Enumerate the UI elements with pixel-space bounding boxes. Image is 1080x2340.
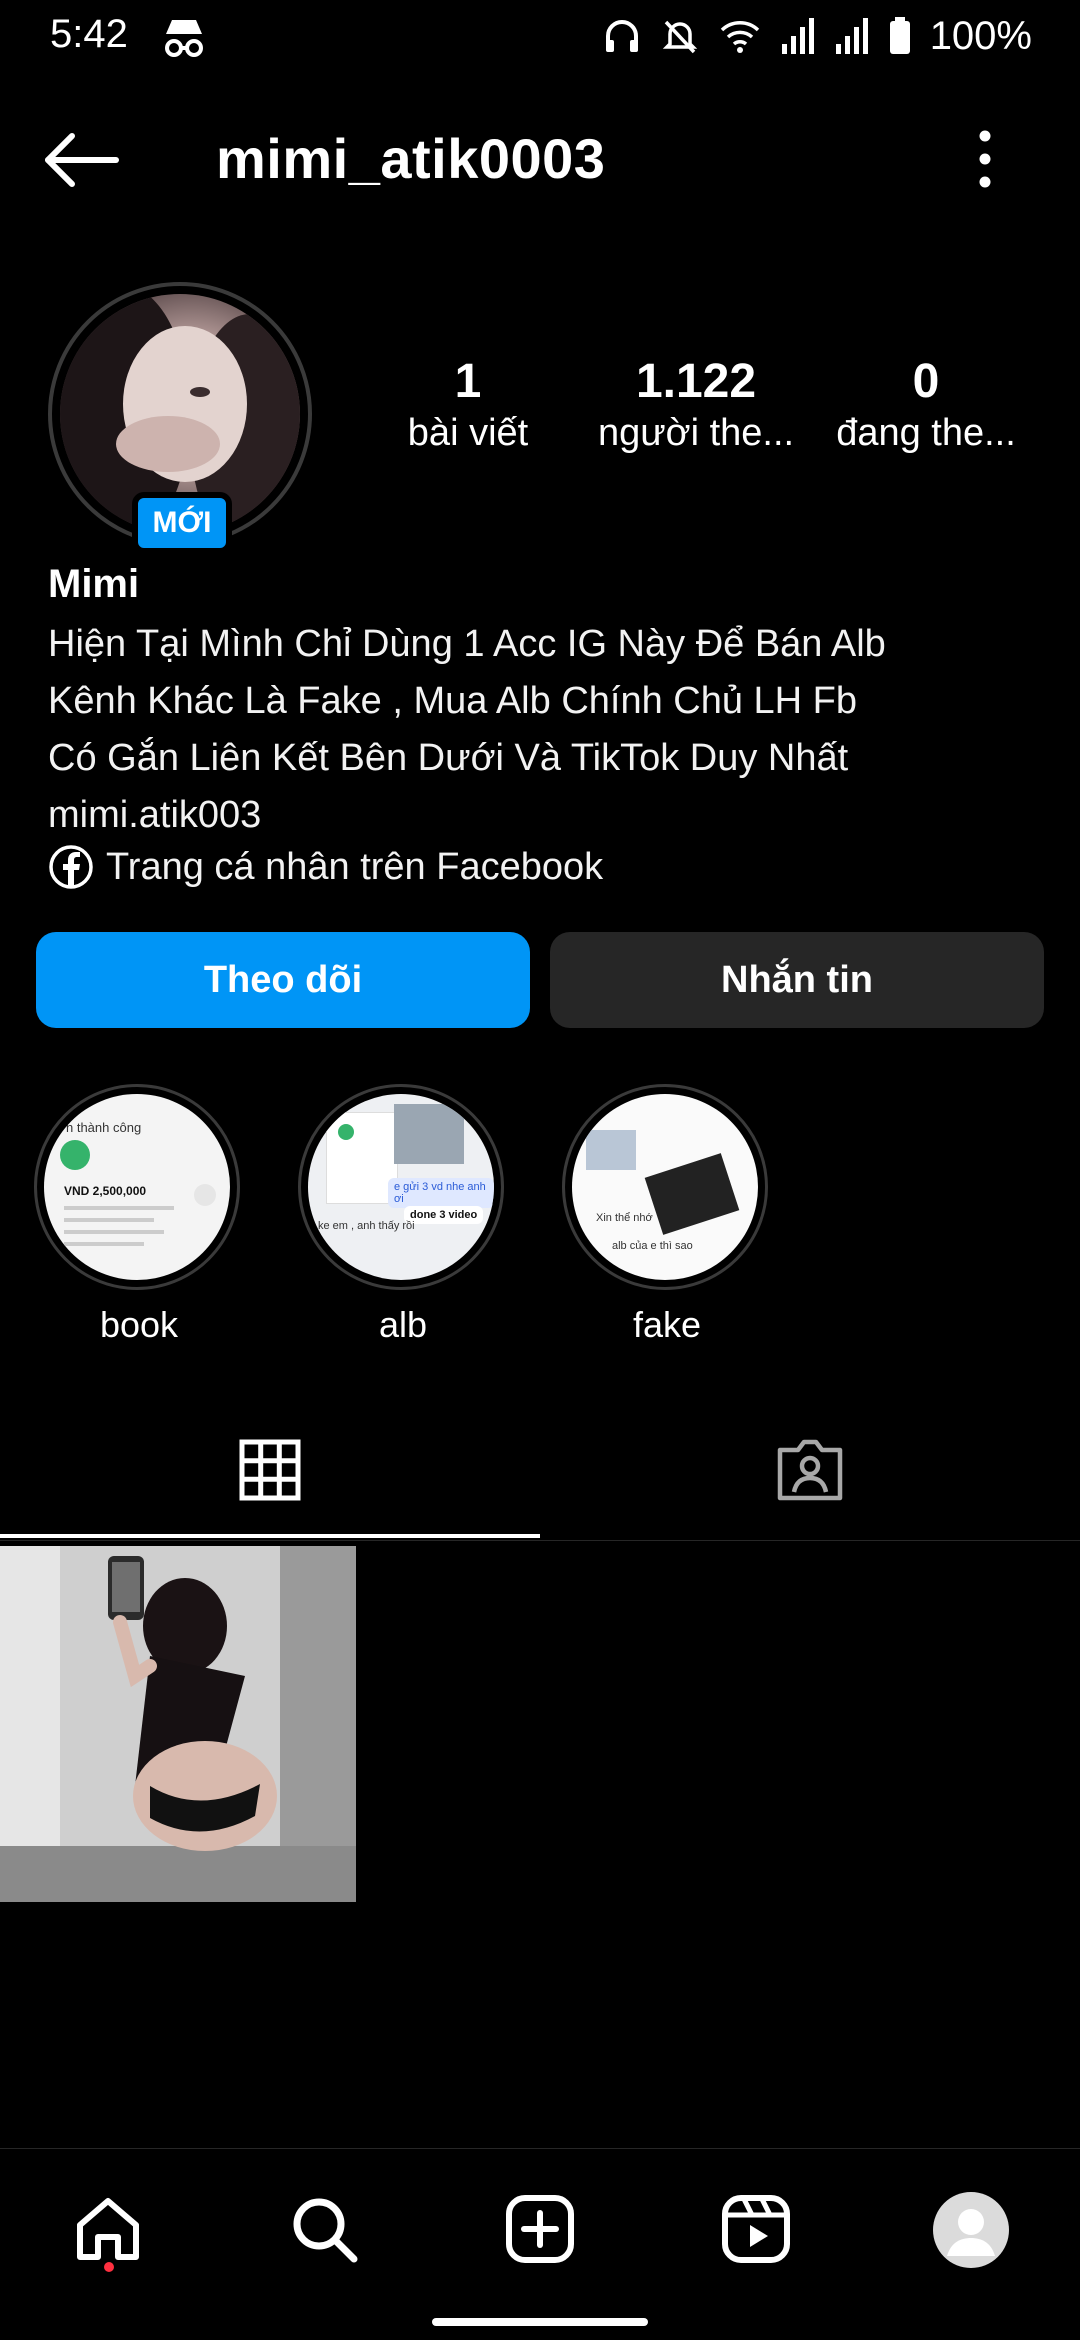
profile-avatar-icon	[933, 2192, 1009, 2268]
nav-create[interactable]	[500, 2189, 580, 2269]
battery-icon	[889, 17, 910, 54]
grid-icon	[239, 1439, 301, 1501]
highlight-ring: e gửi 3 vd nhe anh ơi done 3 video ke em…	[298, 1084, 504, 1290]
follow-button[interactable]: Theo dõi	[36, 932, 530, 1028]
stat-followers-label: người the...	[597, 411, 795, 454]
highlight-ring: n thành công VND 2,500,000	[34, 1084, 240, 1290]
grid-post[interactable]	[0, 1546, 356, 1902]
message-button[interactable]: Nhắn tin	[550, 932, 1044, 1028]
highlight-label: alb	[378, 1304, 428, 1345]
more-vertical-icon	[979, 130, 991, 188]
incognito-icon	[160, 16, 208, 65]
profile-tab-bar	[0, 1400, 1080, 1541]
stat-following-label: đang the...	[836, 411, 1016, 454]
highlight-thumbnail: e gửi 3 vd nhe anh ơi done 3 video ke em…	[308, 1094, 494, 1280]
highlight-text: done 3 video	[404, 1206, 484, 1224]
stat-posts[interactable]: 1 bài viết	[358, 355, 578, 458]
bell-muted-icon	[662, 20, 697, 54]
bio-line: Hiện Tại Mình Chỉ Dùng 1 Acc IG Này Để B…	[48, 623, 886, 665]
stat-following-value: 0	[912, 355, 940, 408]
search-icon	[293, 2198, 358, 2263]
new-badge: MỚI	[132, 492, 232, 554]
bottom-navigation	[0, 2148, 1080, 2299]
status-time: 5:42	[50, 12, 128, 56]
tab-tagged[interactable]	[540, 1400, 1080, 1540]
nav-reels[interactable]	[716, 2189, 796, 2269]
battery-percentage: 100%	[929, 13, 1032, 58]
notification-dot	[104, 2262, 114, 2272]
top-bar: mimi_atik0003	[0, 110, 1080, 206]
highlight-fake[interactable]: Xin thể nhớ alb của e thì sao fake	[562, 1084, 772, 1346]
gesture-bar[interactable]	[432, 2318, 648, 2326]
facebook-link-label: Trang cá nhân trên Facebook	[106, 845, 604, 888]
highlight-label: fake	[632, 1304, 702, 1345]
status-icons: 100%	[602, 12, 1032, 60]
signal-icon-2	[835, 18, 868, 54]
highlight-thumbnail: Xin thể nhớ alb của e thì sao	[572, 1094, 758, 1280]
highlight-label: book	[99, 1304, 179, 1345]
stat-posts-value: 1	[454, 355, 482, 408]
highlight-text: VND 2,500,000	[64, 1184, 147, 1198]
highlight-text: alb của e thì sao	[612, 1240, 693, 1252]
highlight-ring: Xin thể nhớ alb của e thì sao	[562, 1084, 768, 1290]
highlight-text: Xin thể nhớ	[596, 1212, 653, 1224]
bio: Hiện Tại Mình Chỉ Dùng 1 Acc IG Này Để B…	[48, 616, 1048, 844]
tagged-person-icon	[777, 1439, 843, 1501]
back-button[interactable]	[40, 130, 130, 190]
tab-posts-grid[interactable]	[0, 1400, 540, 1540]
bio-line: Có Gắn Liên Kết Bên Dưới Và TikTok Duy N…	[48, 737, 849, 779]
wifi-icon	[720, 21, 759, 53]
arrow-left-icon	[45, 133, 119, 187]
status-bar: 5:42 100%	[0, 0, 1080, 72]
highlight-text: ke em , anh thấy rồi	[318, 1220, 415, 1232]
signal-icon	[781, 18, 814, 54]
stat-following[interactable]: 0 đang the...	[816, 355, 1036, 458]
stat-followers-value: 1.122	[635, 355, 757, 408]
nav-home[interactable]	[68, 2189, 148, 2269]
display-name: Mimi	[48, 562, 140, 606]
facebook-profile-link[interactable]: Trang cá nhân trên Facebook	[48, 844, 603, 890]
highlight-alb[interactable]: e gửi 3 vd nhe anh ơi done 3 video ke em…	[298, 1084, 508, 1346]
nav-profile[interactable]	[930, 2189, 1012, 2271]
nav-search[interactable]	[284, 2189, 364, 2269]
bio-line: Kênh Khác Là Fake , Mua Alb Chính Chủ LH…	[48, 680, 858, 722]
highlight-thumbnail: n thành công VND 2,500,000	[44, 1094, 230, 1280]
stat-followers[interactable]: 1.122 người the...	[586, 355, 806, 458]
highlight-book[interactable]: n thành công VND 2,500,000 book	[34, 1084, 244, 1346]
username-title: mimi_atik0003	[216, 127, 606, 190]
reels-icon	[722, 2195, 790, 2263]
highlight-text: e gửi 3 vd nhe anh ơi	[388, 1178, 494, 1208]
plus-square-icon	[506, 2195, 574, 2263]
bio-link[interactable]: mimi.atik003	[48, 787, 1048, 844]
active-tab-indicator	[0, 1534, 540, 1538]
home-icon	[77, 2198, 139, 2260]
more-options-button[interactable]	[960, 124, 1010, 194]
stat-posts-label: bài viết	[407, 411, 529, 454]
facebook-icon	[49, 845, 93, 889]
headphones-icon	[605, 20, 638, 52]
highlight-text: n thành công	[66, 1120, 142, 1135]
